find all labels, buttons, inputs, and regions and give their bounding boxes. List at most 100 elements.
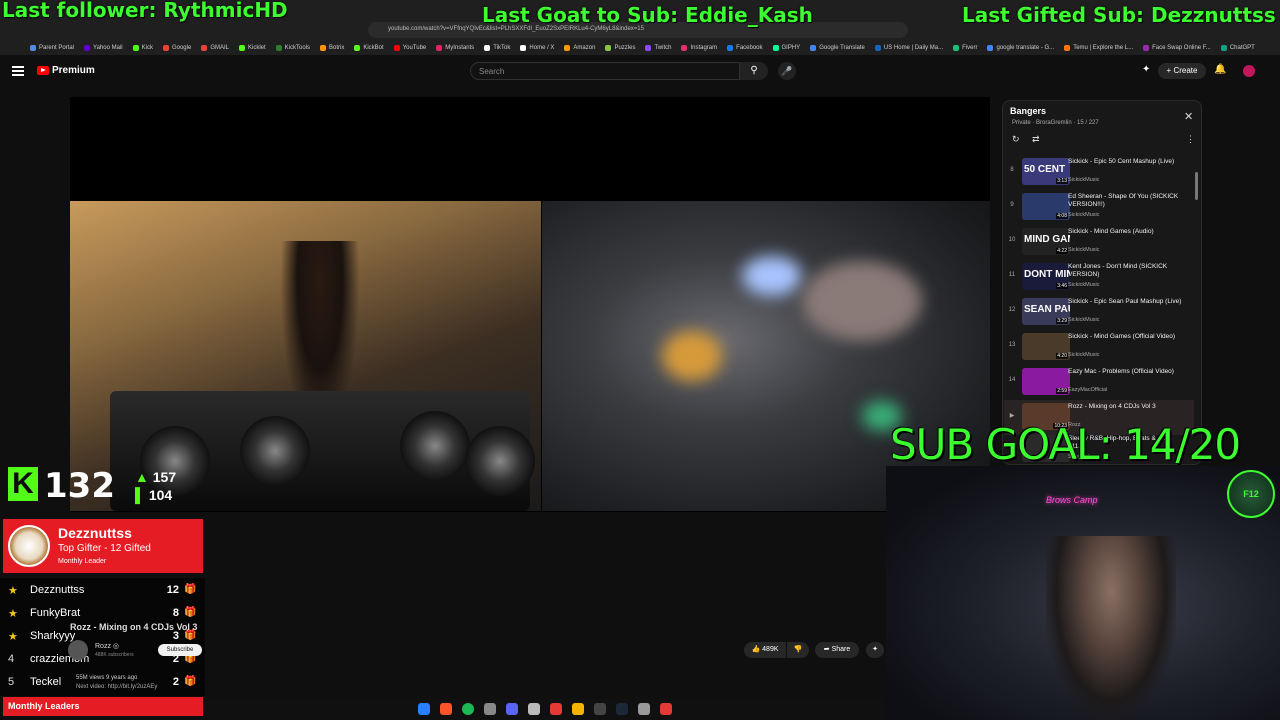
like-button[interactable]: 👍 489K: [744, 642, 786, 658]
playlist-item[interactable]: 12 SEAN PAUL 3:29 Sickick - Epic Sean Paul …: [1004, 295, 1194, 330]
microphone-icon[interactable]: 🎤: [778, 62, 796, 80]
notifications-bell-icon[interactable]: 🔔: [1214, 64, 1226, 75]
playlist-item[interactable]: 11 DONT MIND 3:46Kent Jones - Don't Mind (…: [1004, 260, 1194, 295]
bookmark-favicon-icon: [132, 44, 139, 51]
playlist-item[interactable]: 9 4:08 Ed Sheeran - Shape Of You (SICKICK …: [1004, 190, 1194, 225]
bookmark-label: Google Translate: [819, 44, 865, 51]
app-icon[interactable]: [594, 703, 606, 715]
bookmark-item[interactable]: Instagram: [681, 44, 717, 51]
start-icon[interactable]: [418, 703, 430, 715]
app-icon[interactable]: [528, 703, 540, 715]
playlist-item-index: 14: [1008, 377, 1016, 383]
bookmark-label: Google: [171, 44, 192, 51]
spotify-icon[interactable]: [462, 703, 474, 715]
create-button[interactable]: + Create: [1158, 63, 1206, 79]
bookmark-item[interactable]: TikTok: [484, 44, 510, 51]
channel-name[interactable]: Rozz ◎: [95, 642, 119, 650]
bookmark-label: Fiverr: [962, 44, 978, 51]
bookmark-label: Face Swap Online F...: [1152, 44, 1211, 51]
share-button[interactable]: ➦ Share: [815, 642, 859, 658]
bookmark-favicon-icon: [1220, 44, 1227, 51]
bookmark-item[interactable]: Parent Portal: [30, 44, 75, 51]
playlist-item-duration: 3:13: [1056, 178, 1068, 184]
app-icon[interactable]: [550, 703, 562, 715]
avatar[interactable]: [1243, 65, 1255, 77]
close-icon[interactable]: ✕: [1184, 110, 1193, 123]
bookmark-item[interactable]: GIPHY: [772, 44, 800, 51]
discord-icon[interactable]: [506, 703, 518, 715]
bookmark-item[interactable]: GMAIL: [201, 44, 229, 51]
more-options-icon[interactable]: ⋮: [1186, 134, 1195, 145]
dislike-button[interactable]: 👎: [787, 642, 809, 658]
channel-logo-icon: F12: [1227, 470, 1275, 518]
bookmark-item[interactable]: Kicklet: [238, 44, 266, 51]
stat-followers-value: 157: [152, 469, 177, 485]
bookmark-item[interactable]: Google Translate: [810, 44, 865, 51]
bookmark-item[interactable]: Temu | Explore the L...: [1064, 44, 1133, 51]
bookmark-item[interactable]: Botrix: [320, 44, 344, 51]
bookmark-item[interactable]: Fiverr: [953, 44, 978, 51]
bookmark-label: KickBot: [363, 44, 384, 51]
playlist-item[interactable]: 10 MIND GAMES 4:22 Sickick - Mind Games (Au…: [1004, 225, 1194, 260]
bookmark-favicon-icon: [436, 44, 443, 51]
bookmark-item[interactable]: Twitch: [645, 44, 672, 51]
bookmark-favicon-icon: [772, 44, 779, 51]
steam-icon[interactable]: [616, 703, 628, 715]
subscribe-button[interactable]: Subscribe: [158, 644, 202, 656]
bookmarks-bar: Parent Portal Yahoo Mail Kick Google GMAIL Ki…: [0, 40, 1280, 55]
more-actions-icon[interactable]: ✦: [866, 642, 884, 658]
gift-icon: 🎁: [184, 584, 197, 595]
bookmark-item[interactable]: Puzzles: [605, 44, 636, 51]
app-icon[interactable]: [660, 703, 672, 715]
bookmark-item[interactable]: KickTools: [275, 44, 310, 51]
shuffle-icon[interactable]: ⇄: [1032, 134, 1040, 145]
bookmark-item[interactable]: Yahoo Mail: [84, 44, 123, 51]
bookmark-item[interactable]: Google: [162, 44, 192, 51]
search-icon[interactable]: ⚲: [740, 62, 768, 80]
settings-icon[interactable]: [638, 703, 650, 715]
bookmark-item[interactable]: google translate - G...: [987, 44, 1054, 51]
bookmark-item[interactable]: Home / X: [520, 44, 554, 51]
file-explorer-icon[interactable]: [572, 703, 584, 715]
loop-icon[interactable]: ↻: [1012, 134, 1020, 145]
playlist-item[interactable]: 8 50 CENT 3:13 Sickick - Epic 50 Cent Mashu…: [1004, 155, 1194, 190]
app-icon[interactable]: [484, 703, 496, 715]
sub-goal-overlay: SUB GOAL: 14/20: [890, 420, 1241, 469]
channel-avatar[interactable]: [68, 640, 88, 660]
playlist-item-index: 13: [1008, 342, 1016, 348]
playlist-scrollbar[interactable]: [1195, 172, 1198, 200]
playlist-item-channel: SickickMusic: [1068, 317, 1100, 323]
bookmark-item[interactable]: Amazon: [564, 44, 595, 51]
bookmark-favicon-icon: [30, 44, 36, 51]
bookmark-label: ChatGPT: [1229, 44, 1255, 51]
brave-browser-icon[interactable]: [440, 703, 452, 715]
playlist-item[interactable]: 13 4:20 Sickick - Mind Games (Official Vid…: [1004, 330, 1194, 365]
bookmark-label: Twitch: [654, 44, 672, 51]
bookmark-label: Puzzles: [614, 44, 636, 51]
playlist-item-title: Eazy Mac - Problems (Official Video): [1068, 368, 1174, 375]
playlist-item-title: Rozz - Mixing on 4 CDJs Vol 3: [1068, 403, 1156, 410]
playlist-title[interactable]: Bangers: [1010, 106, 1046, 116]
menu-icon[interactable]: [12, 66, 24, 76]
playlist-item[interactable]: 14 2:59 Eazy Mac - Problems (Official Vide…: [1004, 365, 1194, 400]
playlist-item-duration: 4:22: [1056, 248, 1068, 254]
bookmark-favicon-icon: [393, 44, 400, 51]
bookmark-item[interactable]: MyInstants: [436, 44, 474, 51]
youtube-premium-label[interactable]: Premium: [52, 65, 95, 76]
bookmark-item[interactable]: Facebook: [727, 44, 763, 51]
bookmark-item[interactable]: ChatGPT: [1220, 44, 1255, 51]
bookmark-item[interactable]: Face Swap Online F...: [1143, 44, 1211, 51]
bookmark-label: Parent Portal: [39, 44, 75, 51]
stat-subs-value: 104: [148, 487, 173, 503]
bookmark-favicon-icon: [564, 44, 571, 51]
bookmark-item[interactable]: Kick: [132, 44, 153, 51]
leader-name: Teckel: [30, 676, 62, 688]
cast-icon[interactable]: ✦: [1142, 64, 1150, 75]
bookmark-item[interactable]: YouTube: [393, 44, 427, 51]
bookmark-label: YouTube: [402, 44, 427, 51]
thumbnail-text: MIND GAMES: [1024, 234, 1070, 245]
youtube-logo-icon[interactable]: [37, 66, 49, 75]
search-input[interactable]: Search: [470, 62, 740, 80]
bookmark-item[interactable]: US Home | Daily Ma...: [874, 44, 943, 51]
bookmark-item[interactable]: KickBot: [354, 44, 384, 51]
